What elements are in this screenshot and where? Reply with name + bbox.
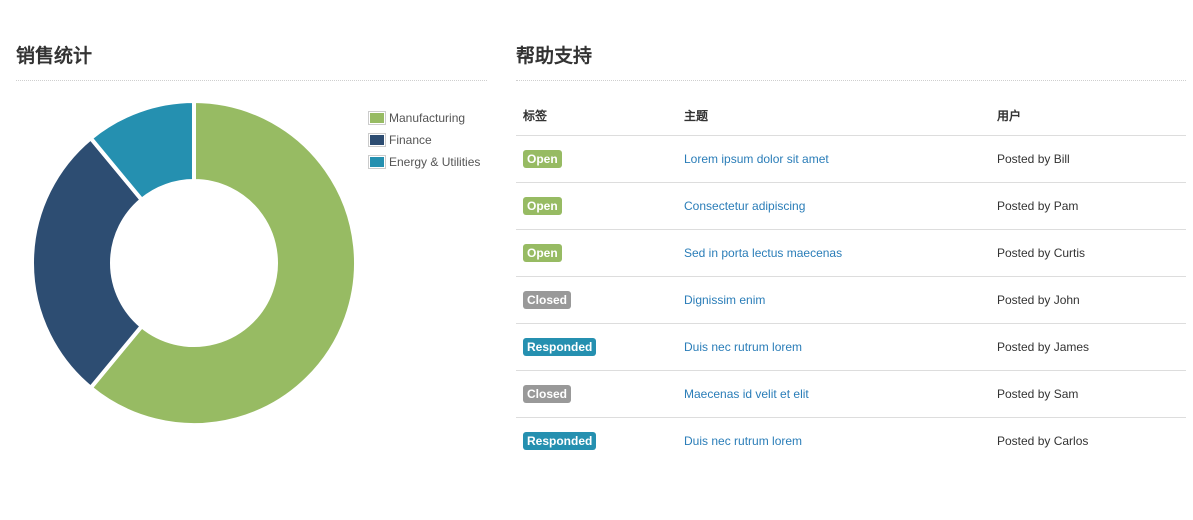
donut-chart — [30, 98, 358, 427]
subject-cell: Consectetur adipiscing — [677, 182, 990, 230]
status-badge: Open — [523, 197, 562, 215]
table-header-row: 标签 主题 用户 — [516, 95, 1186, 136]
legend-item: Manufacturing — [368, 107, 480, 129]
subject-cell: Lorem ipsum dolor sit amet — [677, 135, 990, 183]
tag-cell: Open — [516, 182, 677, 230]
support-table: 标签 主题 用户 Open Lorem ipsum dolor sit amet P… — [516, 95, 1186, 464]
tag-cell: Responded — [516, 418, 677, 465]
tag-cell: Open — [516, 229, 677, 277]
table-row: Responded Duis nec rutrum lorem Posted by … — [516, 323, 1186, 371]
subject-link[interactable]: Duis nec rutrum lorem — [684, 340, 802, 354]
support-title: 帮助支持 — [516, 40, 1186, 81]
sales-panel: 销售统计 Manufacturing Finance Energy & Utilit… — [16, 40, 487, 441]
user-cell: Posted by Pam — [990, 182, 1186, 230]
table-row: Responded Duis nec rutrum lorem Posted by … — [516, 418, 1186, 465]
table-row: Open Lorem ipsum dolor sit amet Posted by … — [516, 135, 1186, 183]
user-cell: Posted by Bill — [990, 135, 1186, 183]
subject-link[interactable]: Dignissim enim — [684, 293, 765, 307]
table-row: Closed Maecenas id velit et elit Posted by… — [516, 370, 1186, 418]
header-user: 用户 — [990, 95, 1186, 136]
legend-label: Finance — [389, 133, 432, 147]
user-cell: Posted by James — [990, 323, 1186, 371]
tag-cell: Closed — [516, 276, 677, 324]
legend-label: Energy & Utilities — [389, 155, 481, 169]
sales-chart: Manufacturing Finance Energy & Utilities — [16, 81, 487, 441]
user-cell: Posted by John — [990, 276, 1186, 324]
header-subject: 主题 — [677, 95, 990, 136]
tag-cell: Closed — [516, 370, 677, 418]
status-badge: Open — [523, 244, 562, 262]
tag-cell: Responded — [516, 323, 677, 371]
legend-label: Manufacturing — [389, 111, 466, 125]
status-badge: Open — [523, 150, 562, 168]
table-row: Open Consectetur adipiscing Posted by Pam — [516, 182, 1186, 230]
table-row: Closed Dignissim enim Posted by John — [516, 276, 1186, 324]
subject-link[interactable]: Lorem ipsum dolor sit amet — [684, 152, 829, 166]
subject-cell: Duis nec rutrum lorem — [677, 418, 990, 465]
user-cell: Posted by Sam — [990, 370, 1186, 418]
subject-cell: Duis nec rutrum lorem — [677, 323, 990, 371]
legend-swatch — [368, 133, 386, 147]
table-row: Open Sed in porta lectus maecenas Posted b… — [516, 229, 1186, 277]
subject-cell: Maecenas id velit et elit — [677, 370, 990, 418]
subject-link[interactable]: Maecenas id velit et elit — [684, 387, 809, 401]
chart-legend: Manufacturing Finance Energy & Utilities — [368, 107, 480, 173]
subject-cell: Sed in porta lectus maecenas — [677, 229, 990, 277]
header-tag: 标签 — [516, 95, 677, 136]
subject-link[interactable]: Sed in porta lectus maecenas — [684, 246, 842, 260]
support-panel: 帮助支持 标签 主题 用户 Open Lorem ipsum dolor sit … — [516, 40, 1186, 464]
subject-cell: Dignissim enim — [677, 276, 990, 324]
legend-item: Finance — [368, 129, 480, 151]
status-badge: Responded — [523, 432, 597, 450]
status-badge: Closed — [523, 291, 572, 309]
tag-cell: Open — [516, 135, 677, 183]
status-badge: Closed — [523, 385, 572, 403]
legend-item: Energy & Utilities — [368, 151, 480, 173]
user-cell: Posted by Curtis — [990, 229, 1186, 277]
user-cell: Posted by Carlos — [997, 434, 1089, 448]
legend-swatch — [368, 111, 386, 125]
subject-link[interactable]: Consectetur adipiscing — [684, 199, 805, 213]
subject-link[interactable]: Duis nec rutrum lorem — [684, 434, 802, 448]
legend-swatch — [368, 155, 386, 169]
status-badge: Responded — [523, 338, 597, 356]
